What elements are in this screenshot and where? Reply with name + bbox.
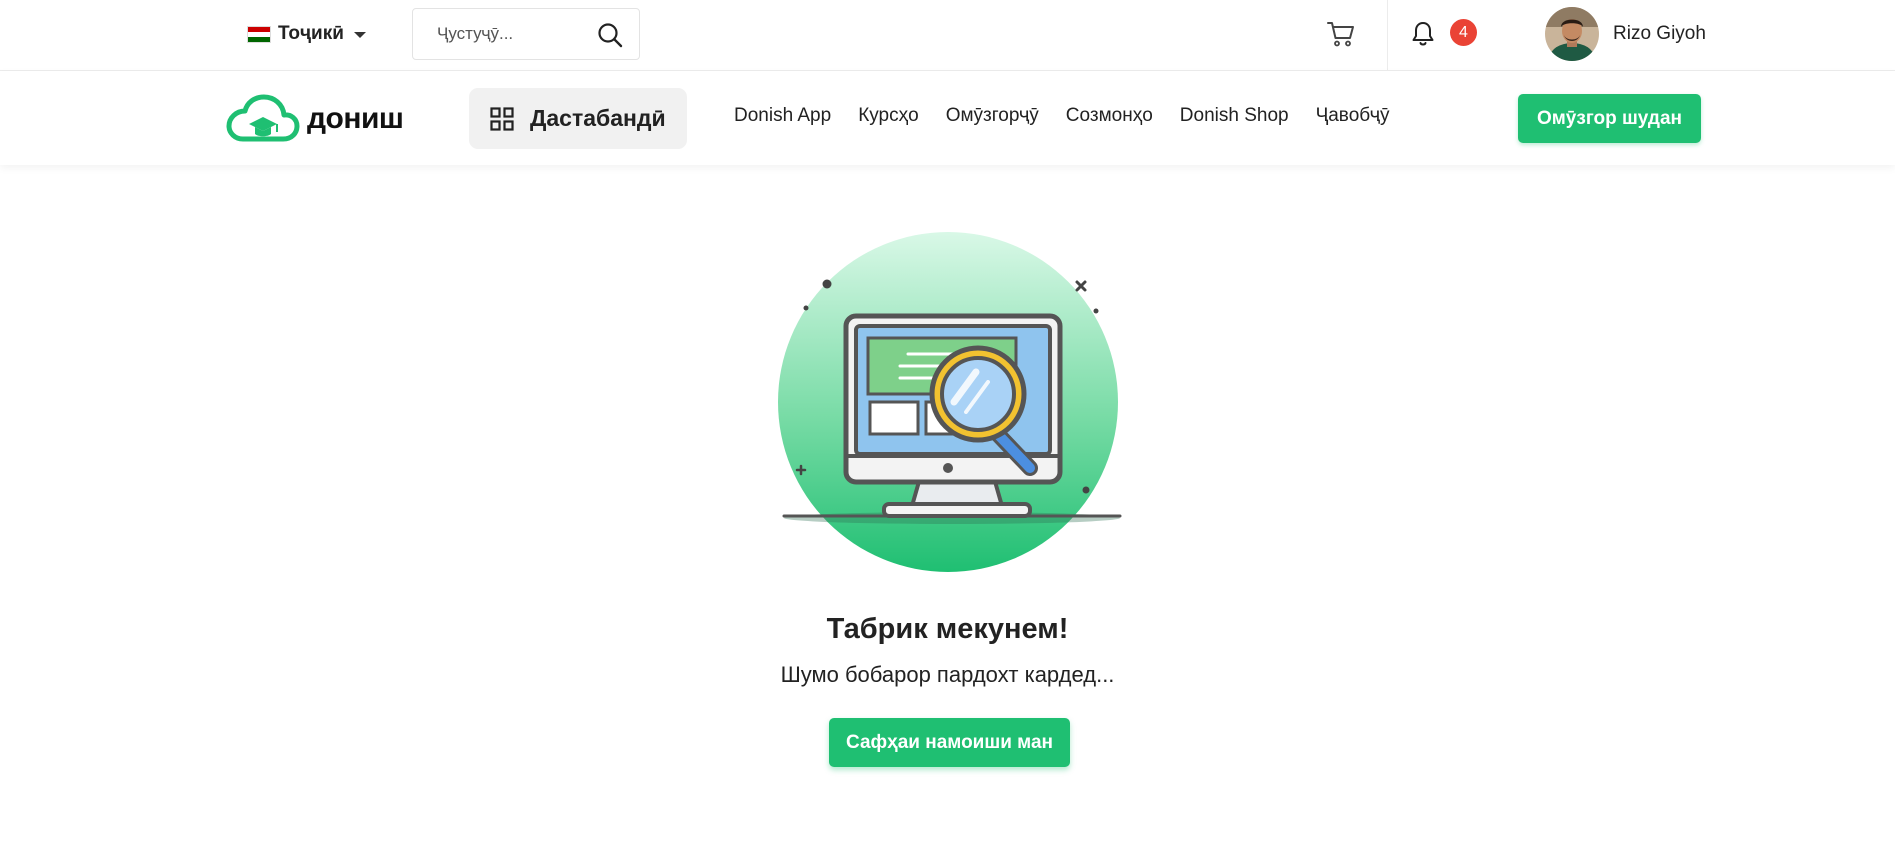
grid-icon [490, 106, 514, 131]
cloud-graduation-cap-icon [226, 94, 300, 142]
notification-count-badge: 4 [1450, 19, 1477, 46]
success-title: Табрик мекунем! [826, 613, 1069, 645]
logo[interactable]: дониш [225, 91, 404, 147]
cart-icon[interactable] [1326, 20, 1356, 48]
user-name: Rizo Giyoh [1613, 23, 1706, 44]
nav-links: Donish App Курсҳо Омӯзгорҷӯ Созмонҳо Don… [734, 105, 1417, 127]
success-message: Шумо бобарор пардохт кардед... [780, 662, 1115, 687]
main-navbar: дониш Дастабандӣ Donish App Курсҳо Омӯзг… [0, 71, 1895, 165]
language-label: Тоҷикӣ [278, 23, 344, 44]
search-box [412, 8, 640, 60]
categories-button[interactable]: Дастабандӣ [469, 88, 687, 149]
become-teacher-button[interactable]: Омӯзгор шудан [1518, 94, 1701, 143]
caret-down-icon [353, 32, 366, 38]
success-illustration [778, 232, 1122, 572]
nav-link-organizations[interactable]: Созмонҳо [1066, 105, 1153, 127]
search-icon[interactable] [597, 22, 623, 48]
go-to-dashboard-button[interactable]: Сафҳаи намоиши ман [829, 718, 1070, 767]
avatar [1545, 7, 1599, 61]
nav-link-courses[interactable]: Курсҳо [858, 105, 919, 127]
user-menu[interactable]: Rizo Giyoh [1545, 7, 1706, 61]
topbar-divider [1387, 0, 1388, 70]
language-selector[interactable]: Тоҷикӣ [247, 20, 366, 48]
logo-text: дониш [307, 102, 404, 135]
top-utility-bar: Тоҷикӣ 4 Rizo Gi [0, 0, 1895, 71]
bell-icon[interactable] [1410, 20, 1436, 48]
nav-link-donish-app[interactable]: Donish App [734, 105, 831, 127]
search-input[interactable] [435, 23, 589, 45]
nav-link-donish-shop[interactable]: Donish Shop [1180, 105, 1289, 127]
categories-label: Дастабандӣ [530, 105, 666, 131]
nav-link-answers[interactable]: Ҷавобҷӯ [1316, 105, 1390, 127]
nav-link-tutor-search[interactable]: Омӯзгорҷӯ [946, 105, 1039, 127]
tajik-flag-icon [247, 25, 271, 43]
